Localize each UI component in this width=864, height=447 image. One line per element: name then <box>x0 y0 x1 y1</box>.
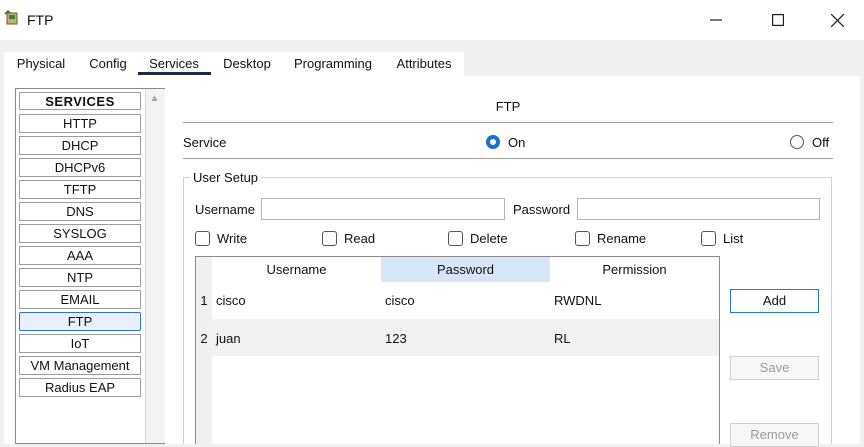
sidebar-item-aaa[interactable]: AAA <box>19 246 141 265</box>
services-header: SERVICES <box>19 92 141 110</box>
delete-label[interactable]: Delete <box>470 231 508 246</box>
maximize-button[interactable] <box>755 0 801 40</box>
user-setup-legend: User Setup <box>190 170 262 185</box>
add-button[interactable]: Add <box>730 289 819 313</box>
close-button[interactable] <box>814 0 860 40</box>
sidebar-item-http[interactable]: HTTP <box>19 114 141 133</box>
sidebar-item-dhcp[interactable]: DHCP <box>19 136 141 155</box>
row-password[interactable]: 123 <box>385 331 407 346</box>
divider <box>183 122 833 123</box>
row-number: 2 <box>200 331 208 346</box>
row-permission[interactable]: RL <box>554 331 571 346</box>
sidebar-item-iot[interactable]: IoT <box>19 334 141 353</box>
list-checkbox[interactable] <box>701 231 716 246</box>
write-label[interactable]: Write <box>217 231 247 246</box>
sidebar-item-ftp[interactable]: FTP <box>19 312 141 331</box>
minimize-button[interactable] <box>693 0 739 40</box>
window-title: FTP <box>27 12 54 28</box>
sidebar-item-dns[interactable]: DNS <box>19 202 141 221</box>
minimize-icon <box>710 19 722 21</box>
sidebar-item-tftp[interactable]: TFTP <box>19 180 141 199</box>
scroll-up-arrow-icon[interactable]: ▲ <box>145 92 164 106</box>
column-header-permission[interactable]: Permission <box>550 257 719 282</box>
remove-button[interactable]: Remove <box>730 423 819 447</box>
sidebar-item-radius-eap[interactable]: Radius EAP <box>19 378 141 397</box>
sidebar-item-email[interactable]: EMAIL <box>19 290 141 309</box>
sidebar-item-vm-management[interactable]: VM Management <box>19 356 141 375</box>
save-button[interactable]: Save <box>730 356 819 380</box>
tab-attributes[interactable]: Attributes <box>390 52 458 76</box>
row-password[interactable]: cisco <box>385 293 415 308</box>
row-username[interactable]: cisco <box>216 293 246 308</box>
delete-checkbox[interactable] <box>448 231 463 246</box>
column-header-password[interactable]: Password <box>381 257 550 282</box>
row-number: 1 <box>200 293 208 308</box>
sidebar-item-syslog[interactable]: SYSLOG <box>19 224 141 243</box>
service-off-radio[interactable] <box>790 135 804 149</box>
row-username[interactable]: juan <box>216 331 241 346</box>
password-input[interactable] <box>577 198 820 220</box>
divider <box>183 158 833 159</box>
sidebar-item-ntp[interactable]: NTP <box>19 268 141 287</box>
page-title: FTP <box>495 99 521 114</box>
tab-programming[interactable]: Programming <box>289 52 377 76</box>
tab-config[interactable]: Config <box>84 52 132 76</box>
rename-label[interactable]: Rename <box>597 231 646 246</box>
service-on-radio[interactable] <box>486 135 500 149</box>
service-on-label[interactable]: On <box>508 135 525 150</box>
table-row[interactable] <box>212 319 719 356</box>
service-label: Service <box>183 135 227 150</box>
active-tab-indicator <box>138 72 211 75</box>
row-permission[interactable]: RWDNL <box>554 293 601 308</box>
close-icon <box>830 13 844 27</box>
tab-physical[interactable]: Physical <box>10 52 72 76</box>
packet-tracer-icon <box>4 10 18 25</box>
row-header-column <box>196 257 212 444</box>
column-header-username[interactable]: Username <box>212 257 381 282</box>
password-label: Password <box>513 202 571 217</box>
username-input[interactable] <box>261 198 505 220</box>
write-checkbox[interactable] <box>195 231 210 246</box>
rename-checkbox[interactable] <box>575 231 590 246</box>
service-off-label[interactable]: Off <box>812 135 829 150</box>
read-checkbox[interactable] <box>322 231 337 246</box>
maximize-icon <box>772 14 784 26</box>
username-label: Username <box>195 202 255 217</box>
sidebar-scrollbar[interactable] <box>145 89 165 443</box>
list-label[interactable]: List <box>723 231 743 246</box>
tab-desktop[interactable]: Desktop <box>218 52 276 76</box>
table-row[interactable] <box>212 282 719 319</box>
read-label[interactable]: Read <box>344 231 375 246</box>
sidebar-item-dhcpv6[interactable]: DHCPv6 <box>19 158 141 177</box>
